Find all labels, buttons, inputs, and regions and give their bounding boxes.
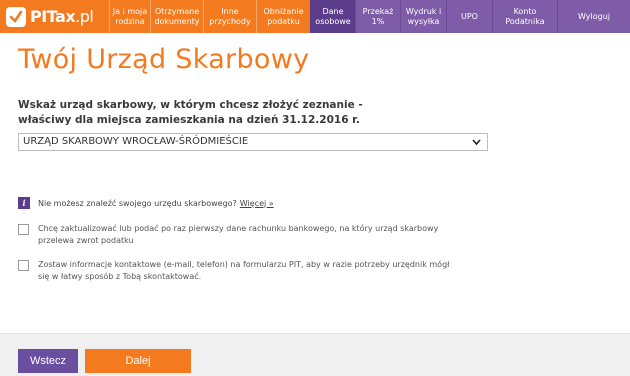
contact-info-label: Zostaw informacje kontaktowe (e-mail, te… (38, 260, 450, 281)
contact-info-option[interactable]: Zostaw informacje kontaktowe (e-mail, te… (18, 259, 458, 283)
top-navigation: PITax.pl Ja i moja rodzina Otrzymane doku… (0, 0, 630, 33)
bank-account-checkbox[interactable] (18, 224, 29, 235)
back-button[interactable]: Wstecz (18, 349, 78, 373)
next-button[interactable]: Dalej (85, 349, 191, 373)
nav-item-6[interactable]: Wydruk i wysyłka (400, 0, 446, 33)
nav-item-1[interactable]: Otrzymane dokumenty (150, 0, 203, 33)
nav-item-4[interactable]: Dane osobowe (310, 0, 355, 33)
nav-item-0[interactable]: Ja i moja rodzina (109, 0, 150, 33)
bank-account-label: Chcę zaktualizować lub podać po raz pier… (38, 224, 439, 245)
nav-item-2[interactable]: Inne przychody (203, 0, 256, 33)
nav-item-9[interactable]: Wyloguj (557, 0, 630, 33)
nav-item-5[interactable]: Przekaż 1% (355, 0, 400, 33)
info-text: Nie możesz znaleźć swojego urzędu skarbo… (38, 198, 237, 208)
nav-item-7[interactable]: UPO (446, 0, 492, 33)
logo[interactable]: PITax.pl (0, 0, 109, 33)
contact-info-checkbox[interactable] (18, 260, 29, 271)
tax-office-select-value: URZĄD SKARBOWY WROCŁAW-ŚRÓDMIEŚCIE (23, 136, 249, 147)
chevron-down-icon (472, 135, 481, 155)
office-question: Wskaż urząd skarbowy, w którym chcesz zł… (18, 99, 363, 126)
page-title: Twój Urząd Skarbowy (18, 44, 310, 75)
info-row: i Nie możesz znaleźć swojego urzędu skar… (18, 197, 274, 209)
checkmark-icon (6, 6, 26, 27)
more-info-link[interactable]: Więcej » (240, 199, 274, 208)
tax-office-select[interactable]: URZĄD SKARBOWY WROCŁAW-ŚRÓDMIEŚCIE (18, 133, 488, 151)
logo-text: PITax.pl (30, 7, 94, 26)
nav-item-3[interactable]: Obniżanie podatku (256, 0, 310, 33)
bank-account-option[interactable]: Chcę zaktualizować lub podać po raz pier… (18, 223, 458, 247)
nav-item-8[interactable]: Konto Podatnika (492, 0, 557, 33)
info-icon: i (18, 197, 30, 209)
